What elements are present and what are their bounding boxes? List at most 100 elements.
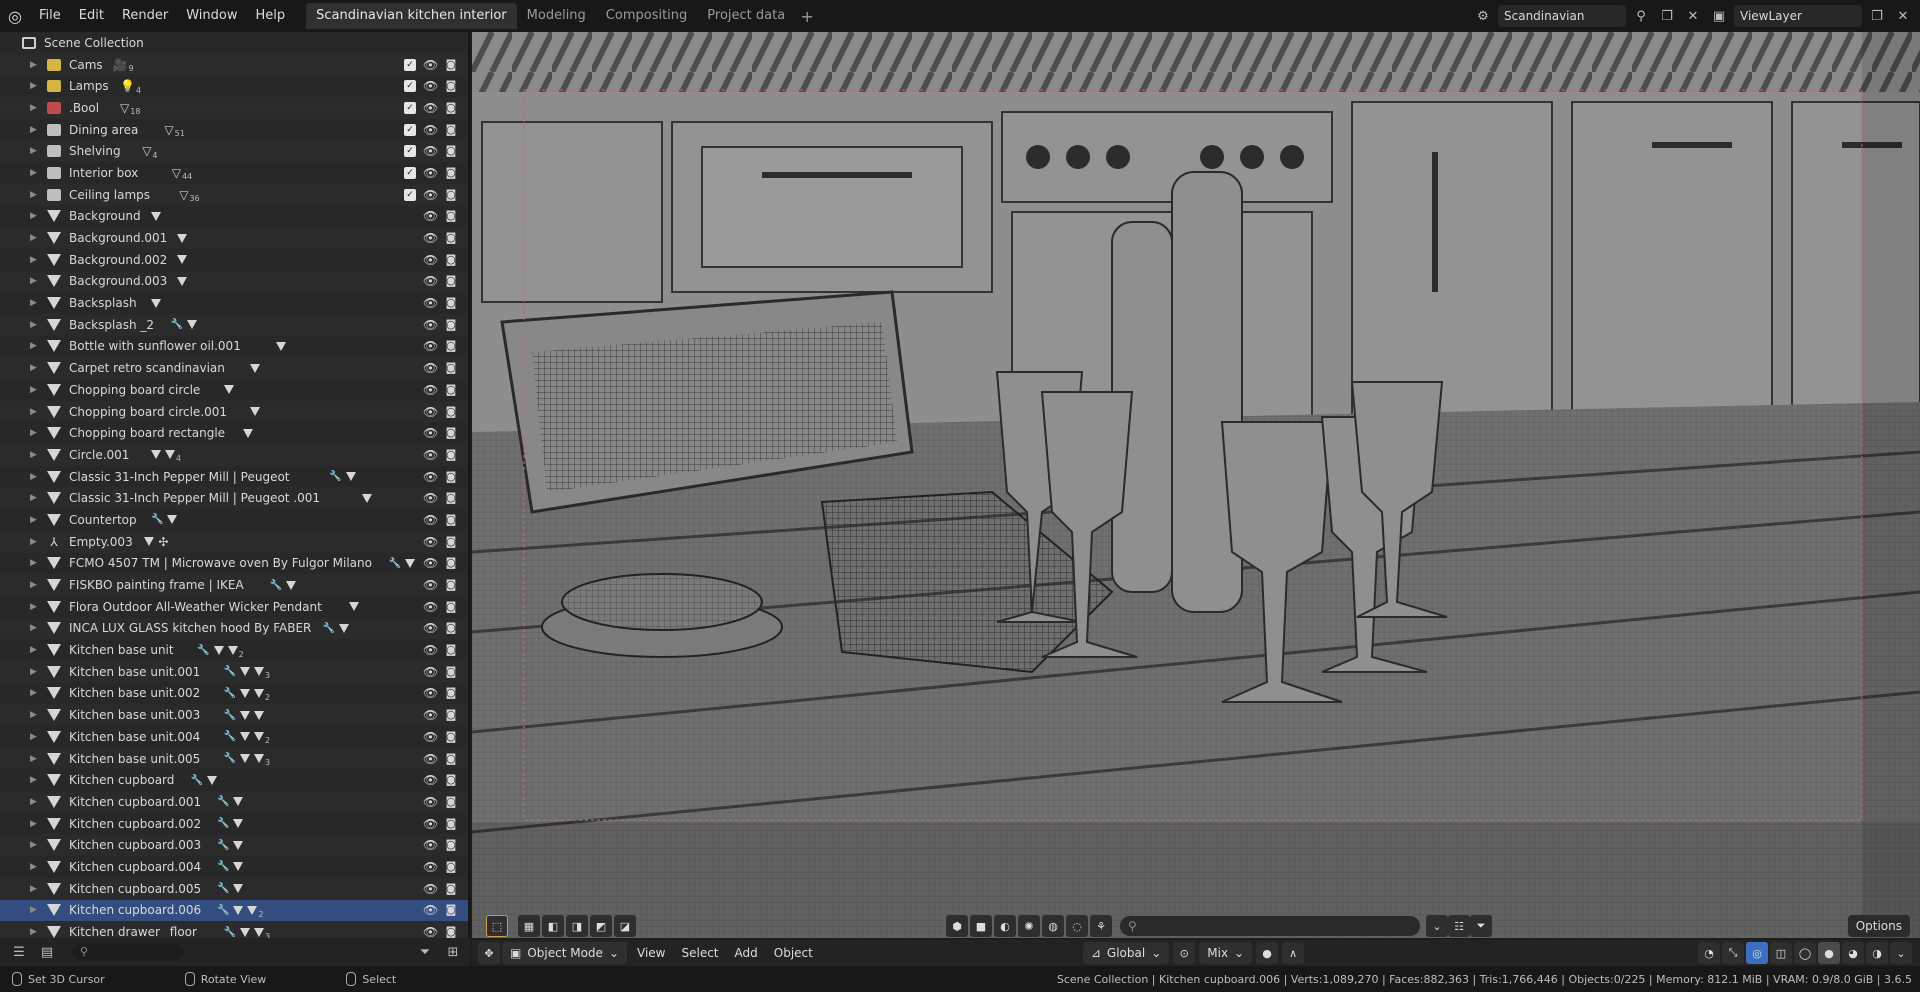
expand-arrow-icon[interactable]: ▶ <box>30 667 37 677</box>
eye-icon[interactable]: 👁 <box>423 665 438 679</box>
render-camera-icon[interactable]: ◙ <box>444 426 458 440</box>
eye-icon[interactable]: 👁 <box>423 817 438 831</box>
render-camera-icon[interactable]: ◙ <box>444 188 458 202</box>
outliner-object-row[interactable]: ▶ Background 👁 ◙ <box>0 206 468 228</box>
expand-arrow-icon[interactable]: ▶ <box>30 168 37 178</box>
eye-icon[interactable]: 👁 <box>423 535 438 549</box>
rendered-shading-icon[interactable]: ◑ <box>1866 942 1888 964</box>
render-camera-icon[interactable]: ◙ <box>444 318 458 332</box>
scene-name-field[interactable]: Scandinavian kitchen i... <box>1498 5 1626 45</box>
outliner-collection-row[interactable]: ▶ .Bool ▽ 18 ✓ 👁 ◙ <box>0 97 468 119</box>
render-camera-icon[interactable]: ◙ <box>444 209 458 223</box>
tab-compositing[interactable]: Compositing <box>596 3 698 29</box>
outliner-object-row[interactable]: ▶ Background.003 👁 ◙ <box>0 270 468 293</box>
render-camera-icon[interactable]: ◙ <box>444 600 458 614</box>
editor-type-icon[interactable]: ☰ <box>8 941 30 963</box>
eye-icon[interactable]: 👁 <box>423 296 438 310</box>
outliner-object-row[interactable]: ▶ Bottle with sunflower oil.001 👁 ◙ <box>0 336 468 358</box>
select-extend-icon[interactable]: ◧ <box>542 915 564 937</box>
expand-arrow-icon[interactable]: ▶ <box>30 211 37 221</box>
outliner-object-row[interactable]: ▶ Classic 31-Inch Pepper Mill | Peugeot .… <box>0 487 468 510</box>
view-layer-field[interactable]: ViewLayer <box>1734 5 1862 27</box>
menu-render[interactable]: Render <box>113 0 177 32</box>
outliner-collection-row[interactable]: ▶ Interior box ▽ 44 ✓ 👁 ◙ <box>0 162 468 184</box>
eye-icon[interactable]: 👁 <box>423 513 438 527</box>
eye-icon[interactable]: 👁 <box>423 426 438 440</box>
close-icon[interactable]: ✕ <box>1892 5 1914 27</box>
pivot-icon[interactable]: ⊙ <box>1173 942 1196 964</box>
expand-arrow-icon[interactable]: ▶ <box>30 428 37 438</box>
menu-file[interactable]: File <box>30 0 70 32</box>
exclude-checkbox[interactable]: ✓ <box>404 166 416 179</box>
render-camera-icon[interactable]: ◙ <box>444 101 458 115</box>
other-filter-icon[interactable]: ⚘ <box>1090 915 1112 937</box>
outliner-object-row[interactable]: ▶ FISKBO painting frame | IKEA 🔧 👁 ◙ <box>0 574 468 596</box>
outliner-object-row[interactable]: ▶ Backsplash 👁 ◙ <box>0 292 468 314</box>
eye-icon[interactable]: 👁 <box>423 209 438 223</box>
expand-arrow-icon[interactable]: ▶ <box>30 537 37 547</box>
view-layer-icon[interactable]: ▣ <box>1708 5 1730 27</box>
filter-icon[interactable]: ⏷ <box>414 941 436 963</box>
render-camera-icon[interactable]: ◙ <box>444 448 458 462</box>
outliner-object-row[interactable]: ▶ Kitchen cupboard.003 🔧 👁 ◙ <box>0 834 468 857</box>
expand-arrow-icon[interactable]: ▶ <box>30 688 37 698</box>
select-invert-icon[interactable]: ◩ <box>590 915 612 937</box>
eye-icon[interactable]: 👁 <box>423 708 438 722</box>
outliner-object-row[interactable]: ▶ Kitchen cupboard.002 🔧 👁 ◙ <box>0 813 468 835</box>
render-camera-icon[interactable]: ◙ <box>444 556 458 570</box>
eye-icon[interactable]: 👁 <box>423 556 438 570</box>
render-camera-icon[interactable]: ◙ <box>444 361 458 375</box>
outliner-object-row[interactable]: ▶ Kitchen base unit.001 🔧 3 👁 ◙ <box>0 660 468 683</box>
viewport-menu-object[interactable]: Object <box>766 942 821 964</box>
editor-type-icon[interactable]: ✥ <box>478 942 500 964</box>
expand-arrow-icon[interactable]: ▶ <box>30 623 37 633</box>
add-workspace-icon[interactable]: + <box>795 7 819 26</box>
chevron-down-icon[interactable]: ⌄ <box>1426 915 1448 937</box>
render-camera-icon[interactable]: ◙ <box>444 925 458 938</box>
render-camera-icon[interactable]: ◙ <box>444 58 458 72</box>
outliner-object-row[interactable]: ▶ Kitchen base unit.005 🔧 3 👁 ◙ <box>0 747 468 770</box>
expand-arrow-icon[interactable]: ▶ <box>30 819 37 829</box>
mode-select[interactable]: ▣ Object Mode ⌄ <box>502 942 627 964</box>
filter-icon[interactable]: ⏷ <box>1470 915 1492 937</box>
expand-arrow-icon[interactable]: ▶ <box>30 341 37 351</box>
expand-arrow-icon[interactable]: ▶ <box>30 472 37 482</box>
expand-arrow-icon[interactable]: ▶ <box>30 775 37 785</box>
expand-arrow-icon[interactable]: ▶ <box>30 840 37 850</box>
eye-icon[interactable]: 👁 <box>423 339 438 353</box>
tab-modeling[interactable]: Modeling <box>517 3 596 29</box>
outliner-object-row[interactable]: ▶ Kitchen base unit.002 🔧 2 👁 ◙ <box>0 683 468 705</box>
transform-orientation-select[interactable]: ⊿ Global ⌄ <box>1082 942 1170 964</box>
copy-scene-icon[interactable]: ❐ <box>1656 5 1678 27</box>
outliner-object-row[interactable]: ▶ Kitchen base unit 🔧 2 👁 ◙ <box>0 639 468 661</box>
render-camera-icon[interactable]: ◙ <box>444 491 458 505</box>
render-camera-icon[interactable]: ◙ <box>444 903 458 917</box>
expand-arrow-icon[interactable]: ▶ <box>30 754 37 764</box>
outliner-object-row[interactable]: ▶ ⅄ Empty.003 ✣ 👁 ◙ <box>0 530 468 553</box>
render-camera-icon[interactable]: ◙ <box>444 752 458 766</box>
empty-filter-icon[interactable]: ◌ <box>1066 915 1088 937</box>
outliner-collection-row[interactable]: ▶ Ceiling lamps ▽ 36 ✓ 👁 ◙ <box>0 183 468 206</box>
display-mode-icon[interactable]: ▤ <box>36 941 58 963</box>
xray-icon[interactable]: ◫ <box>1770 942 1792 964</box>
eye-icon[interactable]: 👁 <box>423 361 438 375</box>
expand-arrow-icon[interactable]: ▶ <box>30 450 37 460</box>
display-filter-icon[interactable]: ☷ <box>1448 915 1470 937</box>
render-camera-icon[interactable]: ◙ <box>444 882 458 896</box>
outliner-object-row[interactable]: ▶ FCMO 4507 TM | Microwave oven By Fulgor… <box>0 553 468 575</box>
visibility-icon[interactable]: ◔ <box>1698 942 1720 964</box>
new-collection-icon[interactable]: ⊞ <box>442 941 464 963</box>
eye-icon[interactable]: 👁 <box>423 600 438 614</box>
expand-arrow-icon[interactable]: ▶ <box>30 363 37 373</box>
snap-select[interactable]: Mix ⌄ <box>1199 942 1253 964</box>
outliner-collection-row[interactable]: ▶ Cams 🎥 9 ✓ 👁 ◙ <box>0 53 468 76</box>
eye-icon[interactable]: 👁 <box>423 643 438 657</box>
expand-arrow-icon[interactable]: ▶ <box>30 602 37 612</box>
outliner-collection-row[interactable]: ▶ Shelving ▽ 4 ✓ 👁 ◙ <box>0 140 468 163</box>
material-shading-icon[interactable]: ◕ <box>1842 942 1864 964</box>
mesh-filter-icon[interactable]: ■ <box>970 915 992 937</box>
expand-arrow-icon[interactable]: ▶ <box>30 255 37 265</box>
expand-arrow-icon[interactable]: ▶ <box>30 276 37 286</box>
menu-edit[interactable]: Edit <box>70 0 113 32</box>
object-type-visibility-icon[interactable]: ⬢ <box>946 915 968 937</box>
